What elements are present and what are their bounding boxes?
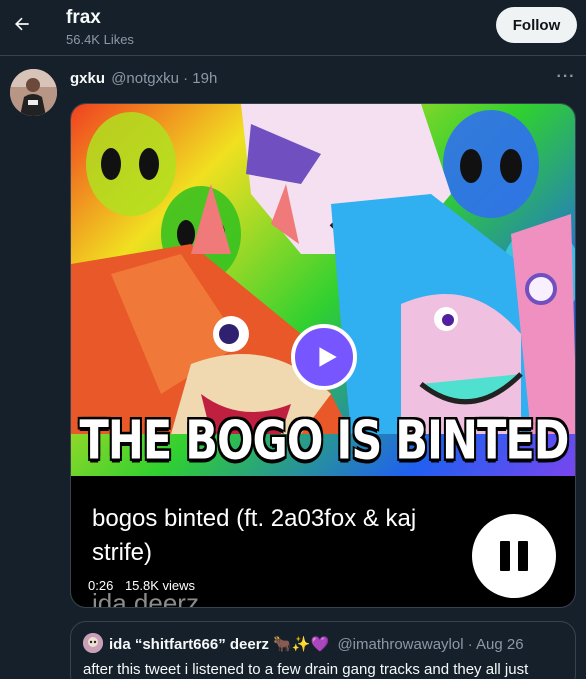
- pause-bar-left: [500, 541, 510, 571]
- quoted-tweet[interactable]: ida “shitfart666” deerz 🐂✨💜 @imathrowawa…: [70, 621, 576, 679]
- play-button[interactable]: [291, 324, 357, 390]
- likes-count: 56.4K Likes: [66, 32, 134, 47]
- quote-text: after this tweet i listened to a few dra…: [83, 661, 529, 678]
- video-stats: 0:26 15.8K views: [88, 578, 195, 593]
- tweet-header: gxku @notgxku · 19h: [70, 70, 217, 87]
- back-button[interactable]: [10, 12, 34, 36]
- pause-icon: [472, 514, 556, 598]
- follow-button[interactable]: Follow: [496, 7, 577, 43]
- video-views: 15.8K views: [124, 578, 196, 593]
- author-name[interactable]: gxku: [70, 70, 105, 87]
- profile-header: frax 56.4K Likes Follow: [0, 0, 586, 56]
- video-caption: bogos binted (ft. 2a03fox & kaj strife): [92, 505, 417, 566]
- pause-bar-right: [518, 541, 528, 571]
- play-icon: [318, 347, 337, 367]
- video-time: 0:26: [88, 578, 114, 593]
- video-player[interactable]: THE BOGO IS BINTED bogos binted (ft. 2a0…: [70, 103, 576, 608]
- more-icon[interactable]: ···: [556, 69, 576, 88]
- page-title: frax: [66, 7, 101, 28]
- quote-avatar: [83, 633, 103, 653]
- arrow-left-icon: [15, 17, 29, 31]
- quote-author-name: ida “shitfart666” deerz 🐂✨💜: [109, 636, 330, 653]
- quote-header: ida “shitfart666” deerz 🐂✨💜 @imathrowawa…: [109, 635, 524, 653]
- video-banner-text: THE BOGO IS BINTED: [79, 409, 570, 473]
- avatar[interactable]: [10, 69, 57, 116]
- quote-author-meta: @imathrowawaylol · Aug 26: [337, 636, 524, 653]
- author-meta[interactable]: @notgxku · 19h: [111, 70, 217, 87]
